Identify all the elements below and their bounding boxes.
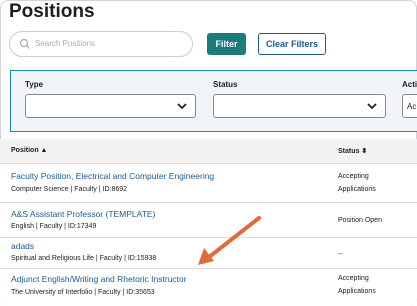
annotation-arrow-icon [198,216,261,265]
app-frame: Positions Search Positions Filter Clear … [0,0,417,306]
